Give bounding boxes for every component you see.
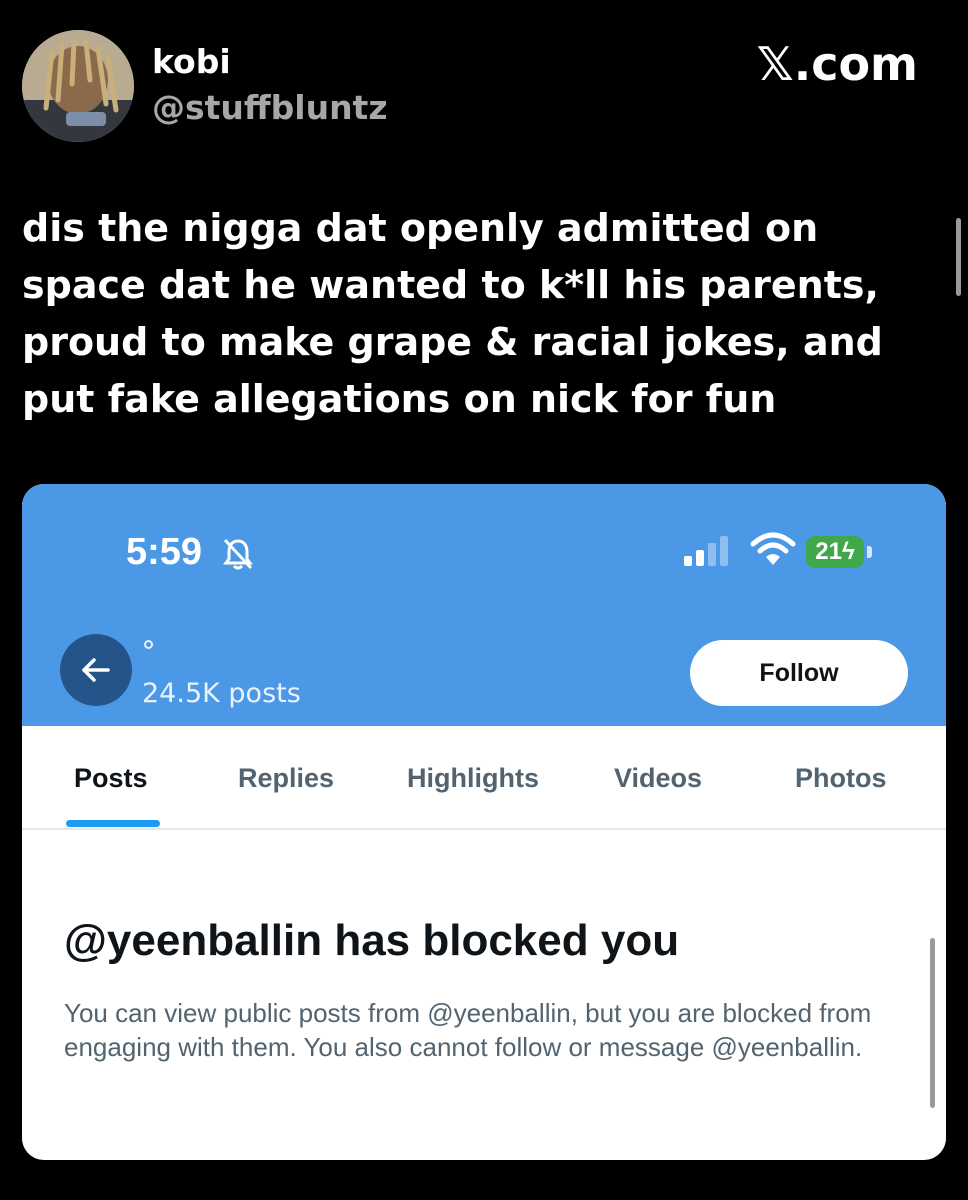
profile-tabs: Posts Replies Highlights Videos Photos <box>22 726 946 830</box>
arrow-left-icon <box>82 658 110 682</box>
source-label: 𝕏.com <box>756 37 918 91</box>
author-handle[interactable]: @stuffbluntz <box>152 86 388 130</box>
embedded-screenshot: 5:59 21ϟ 24.5K posts Follow Posts Replie… <box>22 484 946 1160</box>
tweet-text: dis the nigga dat openly admitted on spa… <box>22 206 883 421</box>
tab-highlights[interactable]: Highlights <box>407 760 539 796</box>
battery-cap <box>867 546 872 558</box>
blocked-title: @yeenballin has blocked you <box>64 916 680 965</box>
status-time: 5:59 <box>126 531 203 573</box>
tab-photos[interactable]: Photos <box>795 760 887 796</box>
tab-videos[interactable]: Videos <box>614 760 702 796</box>
blocked-description: You can view public posts from @yeenball… <box>64 998 872 1062</box>
battery-level: 21 <box>815 538 842 565</box>
profile-name-dot <box>144 640 153 649</box>
screenshot-scrollbar <box>930 938 935 1108</box>
page-scrollbar[interactable] <box>956 218 961 296</box>
battery-indicator: 21ϟ <box>806 536 864 568</box>
post-count: 24.5K posts <box>142 678 301 709</box>
author-name[interactable]: kobi <box>152 40 231 84</box>
active-tab-indicator <box>66 820 160 827</box>
tab-replies[interactable]: Replies <box>238 760 334 796</box>
charging-icon: ϟ <box>842 538 855 565</box>
bell-off-icon <box>223 538 253 570</box>
signal-icon <box>684 536 728 566</box>
back-button[interactable] <box>60 634 132 706</box>
avatar[interactable] <box>22 30 134 142</box>
avatar-image <box>22 30 134 142</box>
follow-button[interactable]: Follow <box>690 640 908 706</box>
wifi-icon <box>750 532 796 565</box>
tab-posts[interactable]: Posts <box>74 760 148 796</box>
